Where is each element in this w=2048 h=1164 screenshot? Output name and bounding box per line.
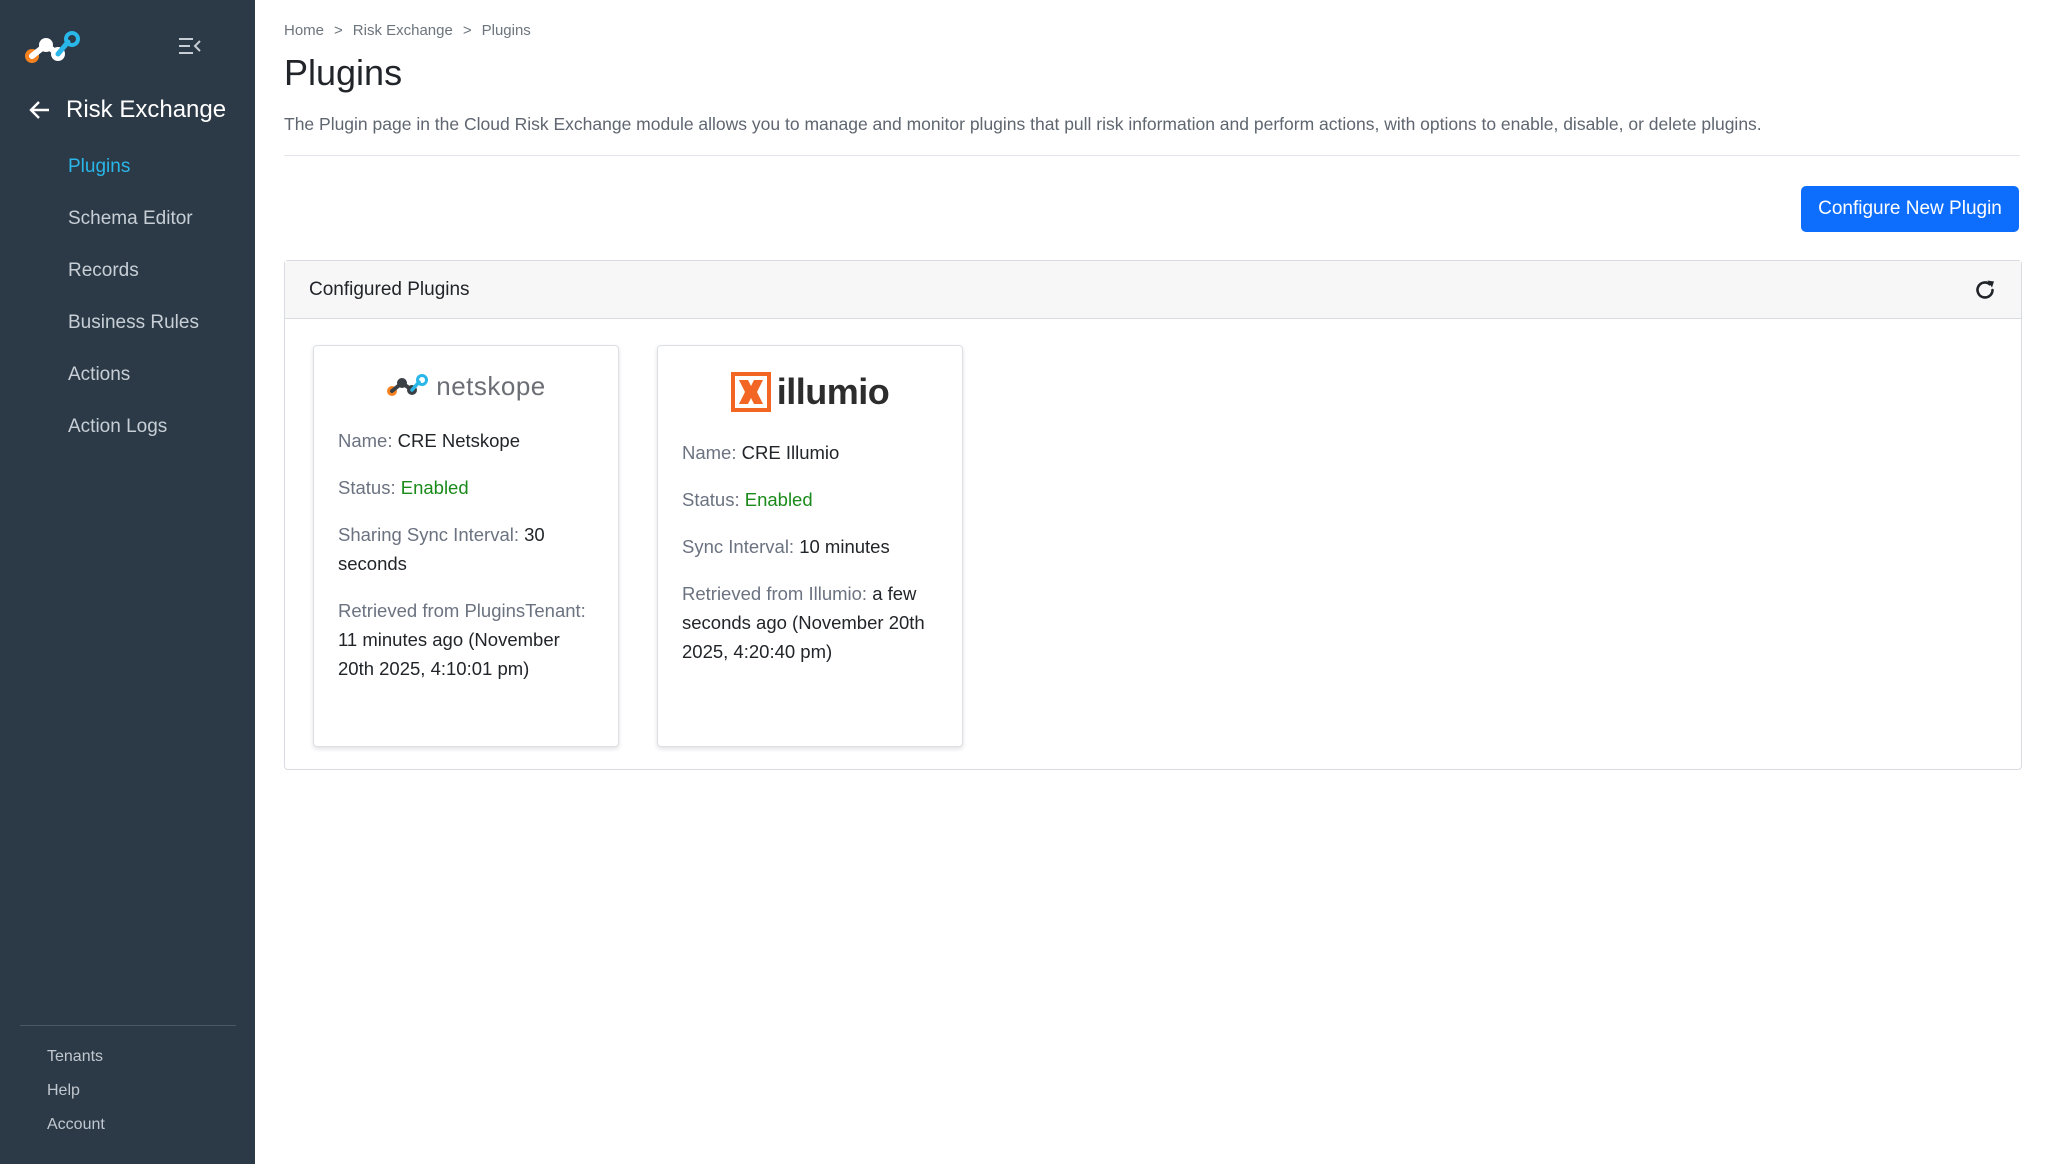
sidebar-item-action-logs[interactable]: Action Logs: [0, 401, 255, 453]
page-description: The Plugin page in the Cloud Risk Exchan…: [284, 114, 1762, 134]
sidebar-divider: [20, 1025, 236, 1026]
status-badge: Enabled: [744, 489, 813, 510]
sidebar-item-records[interactable]: Records: [0, 245, 255, 297]
netskope-logo-text: netskope: [436, 370, 546, 401]
breadcrumb-separator: >: [462, 22, 472, 39]
breadcrumb-risk-exchange[interactable]: Risk Exchange: [353, 22, 453, 39]
illumio-mark-icon: [730, 372, 771, 412]
module-title: Risk Exchange: [66, 96, 227, 123]
breadcrumb-home[interactable]: Home: [284, 22, 324, 39]
plugin-card-illumio[interactable]: illumio Name: CRE Illumio Status: Enable…: [657, 345, 963, 747]
plugin-status: Status: Enabled: [682, 489, 813, 510]
arrow-left-icon: [29, 101, 49, 119]
card-body: Name: CRE Netskope Status: Enabled Shari…: [314, 426, 618, 683]
plugin-name: Name: CRE Illumio: [682, 442, 840, 463]
page-title: Plugins: [284, 52, 403, 93]
plugin-retrieved: Retrieved from Illumio: a few seconds ag…: [682, 583, 925, 662]
sidebar-item-tenants[interactable]: Tenants: [0, 1040, 255, 1074]
card-body: Name: CRE Illumio Status: Enabled Sync I…: [658, 438, 962, 666]
sidebar-nav: Plugins Schema Editor Records Business R…: [0, 141, 255, 453]
refresh-icon[interactable]: [1973, 278, 1997, 302]
sidebar-item-account[interactable]: Account: [0, 1108, 255, 1142]
sidebar: Risk Exchange Plugins Schema Editor Reco…: [0, 0, 255, 1164]
sidebar-item-actions[interactable]: Actions: [0, 349, 255, 401]
breadcrumb-current: Plugins: [481, 22, 531, 39]
plugin-status: Status: Enabled: [338, 477, 469, 498]
sidebar-item-help[interactable]: Help: [0, 1074, 255, 1108]
sidebar-item-schema-editor[interactable]: Schema Editor: [0, 193, 255, 245]
plugin-card-netskope[interactable]: netskope Name: CRE Netskope Status: Enab…: [313, 345, 619, 747]
module-back-link[interactable]: Risk Exchange: [28, 92, 226, 128]
configure-new-plugin-button[interactable]: Configure New Plugin: [1801, 186, 2019, 232]
header-divider: [284, 155, 2020, 156]
netskope-logo-icon[interactable]: [24, 30, 84, 66]
illumio-logo-text: illumio: [776, 371, 890, 412]
plugin-name: Name: CRE Netskope: [338, 430, 520, 451]
plugin-interval: Sync Interval: 10 minutes: [682, 536, 890, 557]
illumio-plugin-logo: illumio: [658, 346, 962, 438]
panel-header: Configured Plugins: [285, 261, 2021, 319]
configured-plugins-panel: Configured Plugins netskope Name: CRE Ne…: [284, 260, 2022, 770]
plugin-retrieved: Retrieved from PluginsTenant: 11 minutes…: [338, 600, 586, 679]
plugin-interval: Sharing Sync Interval: 30 seconds: [338, 524, 545, 574]
sidebar-item-plugins[interactable]: Plugins: [0, 141, 255, 193]
breadcrumb-separator: >: [334, 22, 343, 39]
sidebar-item-business-rules[interactable]: Business Rules: [0, 297, 255, 349]
status-badge: Enabled: [400, 477, 469, 498]
netskope-plugin-logo: netskope: [314, 346, 618, 426]
breadcrumb: Home > Risk Exchange > Plugins: [284, 22, 531, 39]
collapse-sidebar-icon[interactable]: [178, 36, 202, 56]
panel-title: Configured Plugins: [309, 278, 470, 300]
netskope-mark-icon: [387, 374, 429, 396]
sidebar-bottom-nav: Tenants Help Account: [0, 1040, 255, 1142]
